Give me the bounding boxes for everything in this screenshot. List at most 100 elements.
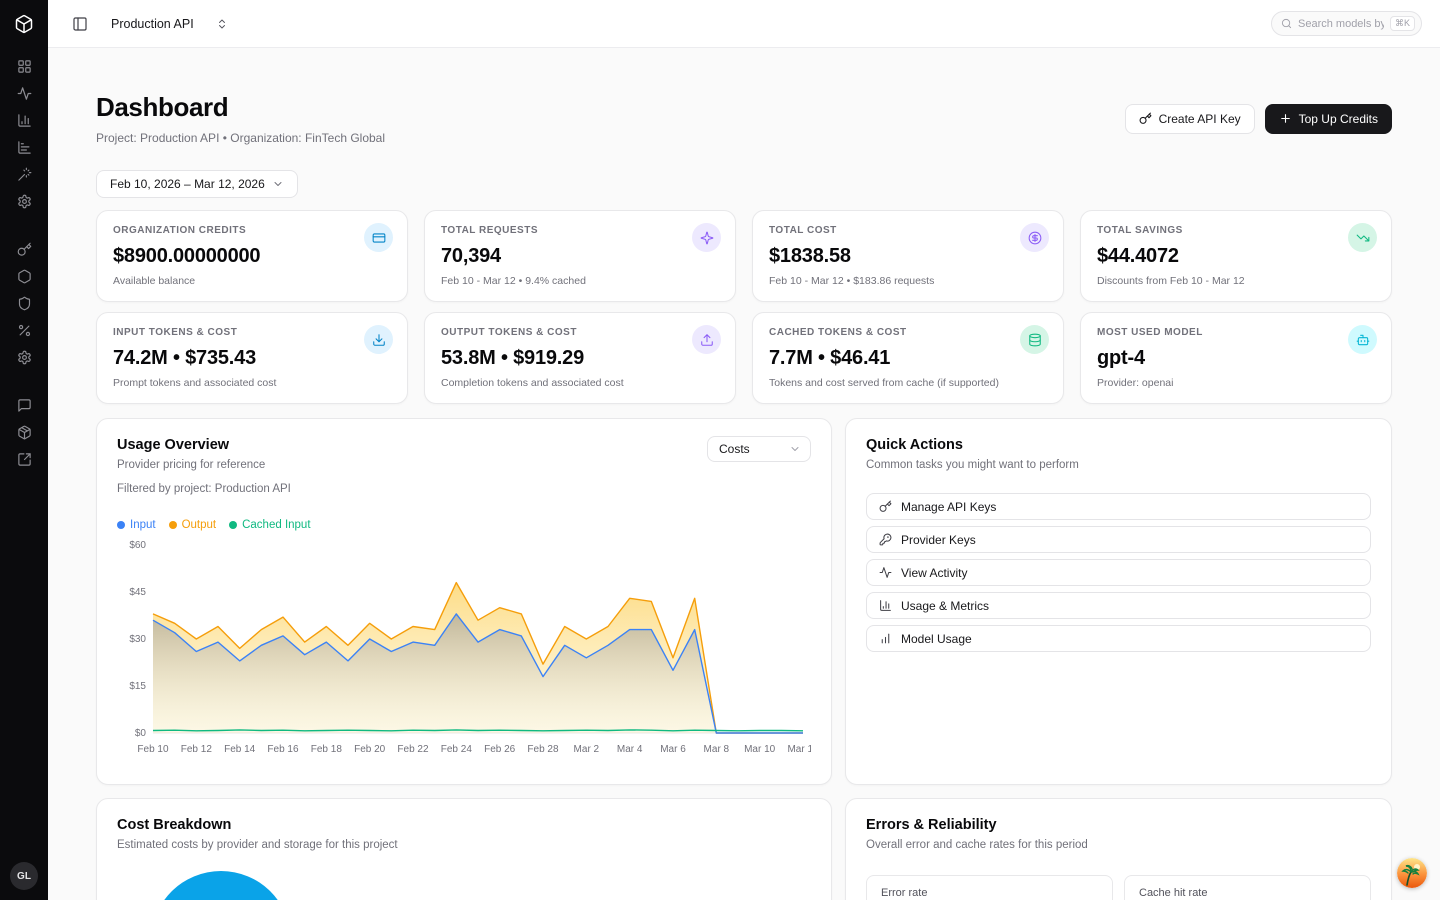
legend-item-0[interactable]: Input <box>117 519 156 531</box>
svg-text:Feb 22: Feb 22 <box>397 744 429 755</box>
search-bar[interactable]: ⌘K <box>1271 11 1422 36</box>
stat-label: TOTAL REQUESTS <box>441 225 719 236</box>
stat-sub: Feb 10 - Mar 12 • 9.4% cached <box>441 275 719 287</box>
wand-icon <box>17 167 32 182</box>
metric-selector-value: Costs <box>719 442 750 456</box>
external-link-icon <box>17 452 32 467</box>
svg-text:Mar 10: Mar 10 <box>744 744 776 755</box>
cost-breakdown-card: Cost Breakdown Estimated costs by provid… <box>96 798 832 900</box>
quick-action-manage-api-keys[interactable]: Manage API Keys <box>866 493 1371 520</box>
sidebar-item-activity[interactable] <box>0 80 48 107</box>
svg-text:Mar 6: Mar 6 <box>660 744 686 755</box>
errors-reliability-card: Errors & Reliability Overall error and c… <box>845 798 1392 900</box>
stat-sub: Completion tokens and associated cost <box>441 377 719 389</box>
stat-sub: Tokens and cost served from cache (if su… <box>769 377 1047 389</box>
user-avatar[interactable]: GL <box>10 862 38 890</box>
svg-text:Mar 12: Mar 12 <box>787 744 811 755</box>
search-icon <box>1281 18 1292 29</box>
sidebar-item-providers[interactable] <box>0 263 48 290</box>
quick-action-label: Usage & Metrics <box>901 599 989 613</box>
stat-value: $8900.00000000 <box>113 245 391 268</box>
legend-dot <box>169 521 177 529</box>
legend-item-1[interactable]: Output <box>169 519 217 531</box>
top-up-credits-button[interactable]: Top Up Credits <box>1265 104 1392 134</box>
date-range-label: Feb 10, 2026 – Mar 12, 2026 <box>110 177 265 191</box>
svg-text:Feb 12: Feb 12 <box>181 744 213 755</box>
download-icon <box>364 325 393 354</box>
sidebar-item-api-keys[interactable] <box>0 236 48 263</box>
sidebar-item-docs[interactable] <box>0 446 48 473</box>
upload-icon <box>692 325 721 354</box>
sidebar-item-preferences[interactable] <box>0 344 48 371</box>
sidebar-item-security[interactable] <box>0 290 48 317</box>
quick-action-label: Provider Keys <box>901 533 976 547</box>
stat-label: CACHED TOKENS & COST <box>769 327 1047 338</box>
svg-text:Feb 18: Feb 18 <box>311 744 343 755</box>
cost-breakdown-title: Cost Breakdown <box>117 817 811 833</box>
cache-hit-rate-label: Cache hit rate <box>1139 887 1356 899</box>
quick-action-label: View Activity <box>901 566 967 580</box>
chart-column-icon <box>879 599 892 612</box>
sidebar-item-discounts[interactable] <box>0 317 48 344</box>
stat-label: TOTAL SAVINGS <box>1097 225 1375 236</box>
app-logo[interactable] <box>11 11 37 37</box>
sidebar-toggle-button[interactable] <box>68 12 92 36</box>
plus-icon <box>1279 112 1292 125</box>
sidebar-item-usage-metrics[interactable] <box>0 107 48 134</box>
sidebar-item-playground[interactable] <box>0 161 48 188</box>
bot-icon <box>1348 325 1377 354</box>
palm-tree-icon <box>1397 858 1427 888</box>
quick-action-model-usage[interactable]: Model Usage <box>866 625 1371 652</box>
metric-selector-dropdown[interactable]: Costs <box>707 436 811 462</box>
legend-label: Input <box>130 519 156 531</box>
chart-column-icon <box>17 113 32 128</box>
quick-actions-card: Quick Actions Common tasks you might wan… <box>845 418 1392 785</box>
stat-card-output-tokens: OUTPUT TOKENS & COST 53.8M • $919.29 Com… <box>424 312 736 404</box>
key-icon <box>17 242 32 257</box>
project-switcher-button[interactable] <box>210 12 234 36</box>
svg-text:Feb 10: Feb 10 <box>137 744 169 755</box>
stat-label: ORGANIZATION CREDITS <box>113 225 391 236</box>
quick-action-label: Model Usage <box>901 632 972 646</box>
quick-action-provider-keys[interactable]: Provider Keys <box>866 526 1371 553</box>
date-range-picker[interactable]: Feb 10, 2026 – Mar 12, 2026 <box>96 170 298 198</box>
shield-icon <box>17 296 32 311</box>
stat-label: OUTPUT TOKENS & COST <box>441 327 719 338</box>
errors-title: Errors & Reliability <box>866 817 1371 833</box>
legend-item-2[interactable]: Cached Input <box>229 519 310 531</box>
sidebar-item-changelog[interactable] <box>0 419 48 446</box>
panel-left-icon <box>72 16 88 32</box>
top-up-credits-label: Top Up Credits <box>1299 112 1378 126</box>
search-input[interactable] <box>1298 18 1384 30</box>
sidebar-item-model-usage[interactable] <box>0 134 48 161</box>
stat-card-total-requests: TOTAL REQUESTS 70,394 Feb 10 - Mar 12 • … <box>424 210 736 302</box>
activity-icon <box>879 566 892 579</box>
stat-card-cached-tokens: CACHED TOKENS & COST 7.7M • $46.41 Token… <box>752 312 1064 404</box>
legend-dot <box>117 521 125 529</box>
package-icon <box>17 425 32 440</box>
key-round-icon <box>879 533 892 546</box>
quick-action-usage-metrics[interactable]: Usage & Metrics <box>866 592 1371 619</box>
sidebar-item-feedback[interactable] <box>0 392 48 419</box>
circle-dollar-icon <box>1020 223 1049 252</box>
quick-actions-list: Manage API Keys Provider Keys View Activ… <box>866 493 1371 652</box>
sidebar-item-settings[interactable] <box>0 188 48 215</box>
search-shortcut-badge: ⌘K <box>1390 16 1415 32</box>
page-header: Dashboard Project: Production API • Orga… <box>96 92 1392 145</box>
stat-sub: Feb 10 - Mar 12 • $183.86 requests <box>769 275 1047 287</box>
quick-action-view-activity[interactable]: View Activity <box>866 559 1371 586</box>
stat-value: 53.8M • $919.29 <box>441 347 719 370</box>
create-api-key-button[interactable]: Create API Key <box>1125 104 1255 134</box>
key-icon <box>879 500 892 513</box>
sidebar-item-dashboard[interactable] <box>0 53 48 80</box>
percent-icon <box>17 323 32 338</box>
svg-text:Feb 16: Feb 16 <box>267 744 299 755</box>
easter-egg-badge[interactable] <box>1397 858 1427 888</box>
errors-stats-row: Error rate 3.53% 2,485/70,394 requests C… <box>866 875 1371 900</box>
gear-icon <box>17 350 32 365</box>
errors-subtitle: Overall error and cache rates for this p… <box>866 839 1371 851</box>
svg-text:Feb 26: Feb 26 <box>484 744 516 755</box>
current-project-name: Production API <box>111 17 194 31</box>
stat-label: INPUT TOKENS & COST <box>113 327 391 338</box>
stat-sub: Prompt tokens and associated cost <box>113 377 391 389</box>
